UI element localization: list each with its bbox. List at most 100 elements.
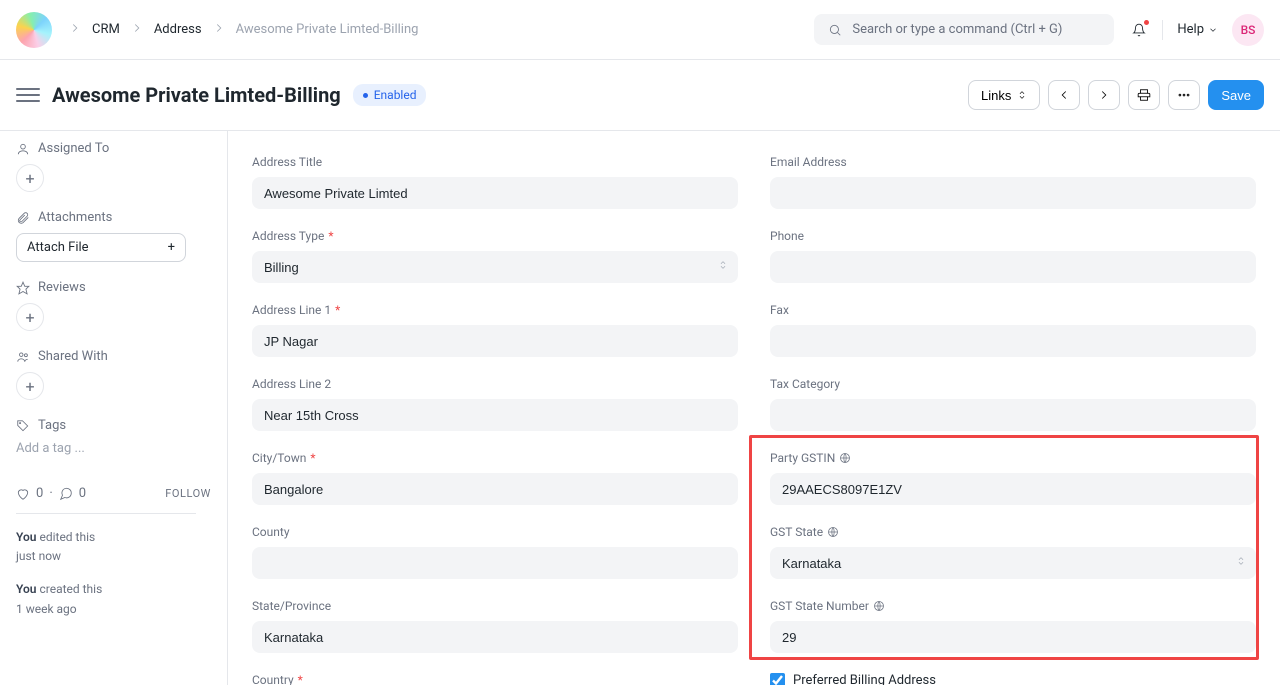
divider xyxy=(1162,20,1163,40)
party-gstin-input[interactable] xyxy=(770,473,1256,505)
chevron-right-icon xyxy=(1097,88,1111,102)
breadcrumb: CRM Address Awesome Private Limted-Billi… xyxy=(68,21,798,39)
address-line1-label: Address Line 1* xyxy=(252,303,738,317)
preferred-billing-row: Preferred Billing Address xyxy=(770,673,1256,685)
more-button[interactable] xyxy=(1168,80,1200,110)
preferred-billing-label: Preferred Billing Address xyxy=(793,673,936,685)
tags-section: Tags Add a tag ... xyxy=(16,418,211,456)
next-button[interactable] xyxy=(1088,80,1120,110)
status-badge[interactable]: Enabled xyxy=(353,84,427,106)
gst-state-label: GST State xyxy=(770,525,1256,539)
add-assignee-button[interactable]: + xyxy=(16,164,44,192)
timeline-entry: You edited this just now xyxy=(16,528,211,566)
like-comment-row: 0 · 0 FOLLOW xyxy=(16,486,211,501)
divider xyxy=(16,513,196,514)
chevron-right-icon xyxy=(212,21,226,39)
like-count: 0 xyxy=(36,486,43,501)
more-horizontal-icon xyxy=(1177,88,1191,102)
navbar-right: Help BS xyxy=(1130,14,1264,46)
tag-icon xyxy=(16,419,30,433)
prev-button[interactable] xyxy=(1048,80,1080,110)
body: Assigned To + Attachments Attach File + … xyxy=(0,131,1280,685)
form-right-column: Email Address Phone Fax Tax Category xyxy=(770,155,1256,685)
plus-icon: + xyxy=(168,240,175,255)
county-input[interactable] xyxy=(252,547,738,579)
add-review-button[interactable]: + xyxy=(16,303,44,331)
add-share-button[interactable]: + xyxy=(16,372,44,400)
chevron-right-icon xyxy=(130,21,144,39)
search-input[interactable]: Search or type a command (Ctrl + G) xyxy=(814,14,1114,45)
comment-icon[interactable] xyxy=(59,487,73,501)
address-type-select[interactable] xyxy=(252,251,738,283)
shared-with-section: Shared With + xyxy=(16,349,211,400)
address-title-input[interactable] xyxy=(252,177,738,209)
email-input[interactable] xyxy=(770,177,1256,209)
app-logo[interactable] xyxy=(16,12,52,48)
breadcrumb-address[interactable]: Address xyxy=(154,22,202,37)
follow-button[interactable]: FOLLOW xyxy=(165,487,211,500)
help-dropdown[interactable]: Help xyxy=(1177,22,1218,37)
page-title: Awesome Private Limted-Billing xyxy=(52,83,341,107)
main-form: Address Title Address Type* xyxy=(227,131,1280,685)
timeline-entry: You created this 1 week ago xyxy=(16,580,211,618)
printer-icon xyxy=(1137,88,1151,102)
help-label: Help xyxy=(1177,22,1204,37)
user-icon xyxy=(16,142,30,156)
comment-count: 0 xyxy=(79,486,86,501)
state-input[interactable] xyxy=(252,621,738,653)
chevron-left-icon xyxy=(1057,88,1071,102)
add-tag-input[interactable]: Add a tag ... xyxy=(16,441,211,456)
preferred-billing-checkbox[interactable] xyxy=(770,673,785,685)
star-icon xyxy=(16,281,30,295)
assigned-to-label: Assigned To xyxy=(16,141,211,156)
chevron-updown-icon xyxy=(1017,88,1027,102)
address-line1-input[interactable] xyxy=(252,325,738,357)
address-line2-input[interactable] xyxy=(252,399,738,431)
gst-state-number-label: GST State Number xyxy=(770,599,1256,613)
tax-category-input[interactable] xyxy=(770,399,1256,431)
links-dropdown[interactable]: Links xyxy=(968,80,1040,110)
fax-input[interactable] xyxy=(770,325,1256,357)
reviews-label: Reviews xyxy=(16,280,211,295)
globe-icon xyxy=(839,452,851,464)
tax-category-label: Tax Category xyxy=(770,377,1256,391)
paperclip-icon xyxy=(16,211,30,225)
county-label: County xyxy=(252,525,738,539)
heart-icon[interactable] xyxy=(16,487,30,501)
city-label: City/Town* xyxy=(252,451,738,465)
print-button[interactable] xyxy=(1128,80,1160,110)
globe-icon xyxy=(873,600,885,612)
save-button[interactable]: Save xyxy=(1208,80,1264,110)
address-type-label: Address Type* xyxy=(252,229,738,243)
attachments-section: Attachments Attach File + xyxy=(16,210,211,262)
city-input[interactable] xyxy=(252,473,738,505)
notifications-button[interactable] xyxy=(1130,21,1148,39)
gst-state-select[interactable] xyxy=(770,547,1256,579)
shared-with-label: Shared With xyxy=(16,349,211,364)
email-label: Email Address xyxy=(770,155,1256,169)
attach-file-button[interactable]: Attach File + xyxy=(16,233,186,262)
phone-input[interactable] xyxy=(770,251,1256,283)
state-label: State/Province xyxy=(252,599,738,613)
address-line2-label: Address Line 2 xyxy=(252,377,738,391)
page-header: Awesome Private Limted-Billing Enabled L… xyxy=(0,60,1280,131)
phone-label: Phone xyxy=(770,229,1256,243)
sidebar-toggle-button[interactable] xyxy=(16,83,40,107)
globe-icon xyxy=(827,526,839,538)
sidebar-footer: 0 · 0 FOLLOW You edited this just now Yo… xyxy=(16,486,211,619)
country-label: Country* xyxy=(252,673,738,685)
sidebar: Assigned To + Attachments Attach File + … xyxy=(0,131,227,685)
chevron-down-icon xyxy=(1208,25,1218,35)
breadcrumb-current: Awesome Private Limted-Billing xyxy=(236,22,419,37)
chevron-right-icon xyxy=(68,21,82,39)
form-left-column: Address Title Address Type* xyxy=(252,155,738,685)
assigned-to-section: Assigned To + xyxy=(16,141,211,192)
breadcrumb-crm[interactable]: CRM xyxy=(92,22,120,37)
gst-state-number-input[interactable] xyxy=(770,621,1256,653)
navbar: CRM Address Awesome Private Limted-Billi… xyxy=(0,0,1280,60)
attachments-label: Attachments xyxy=(16,210,211,225)
search-icon xyxy=(828,23,842,37)
user-avatar[interactable]: BS xyxy=(1232,14,1264,46)
notification-dot xyxy=(1144,20,1149,25)
party-gstin-label: Party GSTIN xyxy=(770,451,1256,465)
